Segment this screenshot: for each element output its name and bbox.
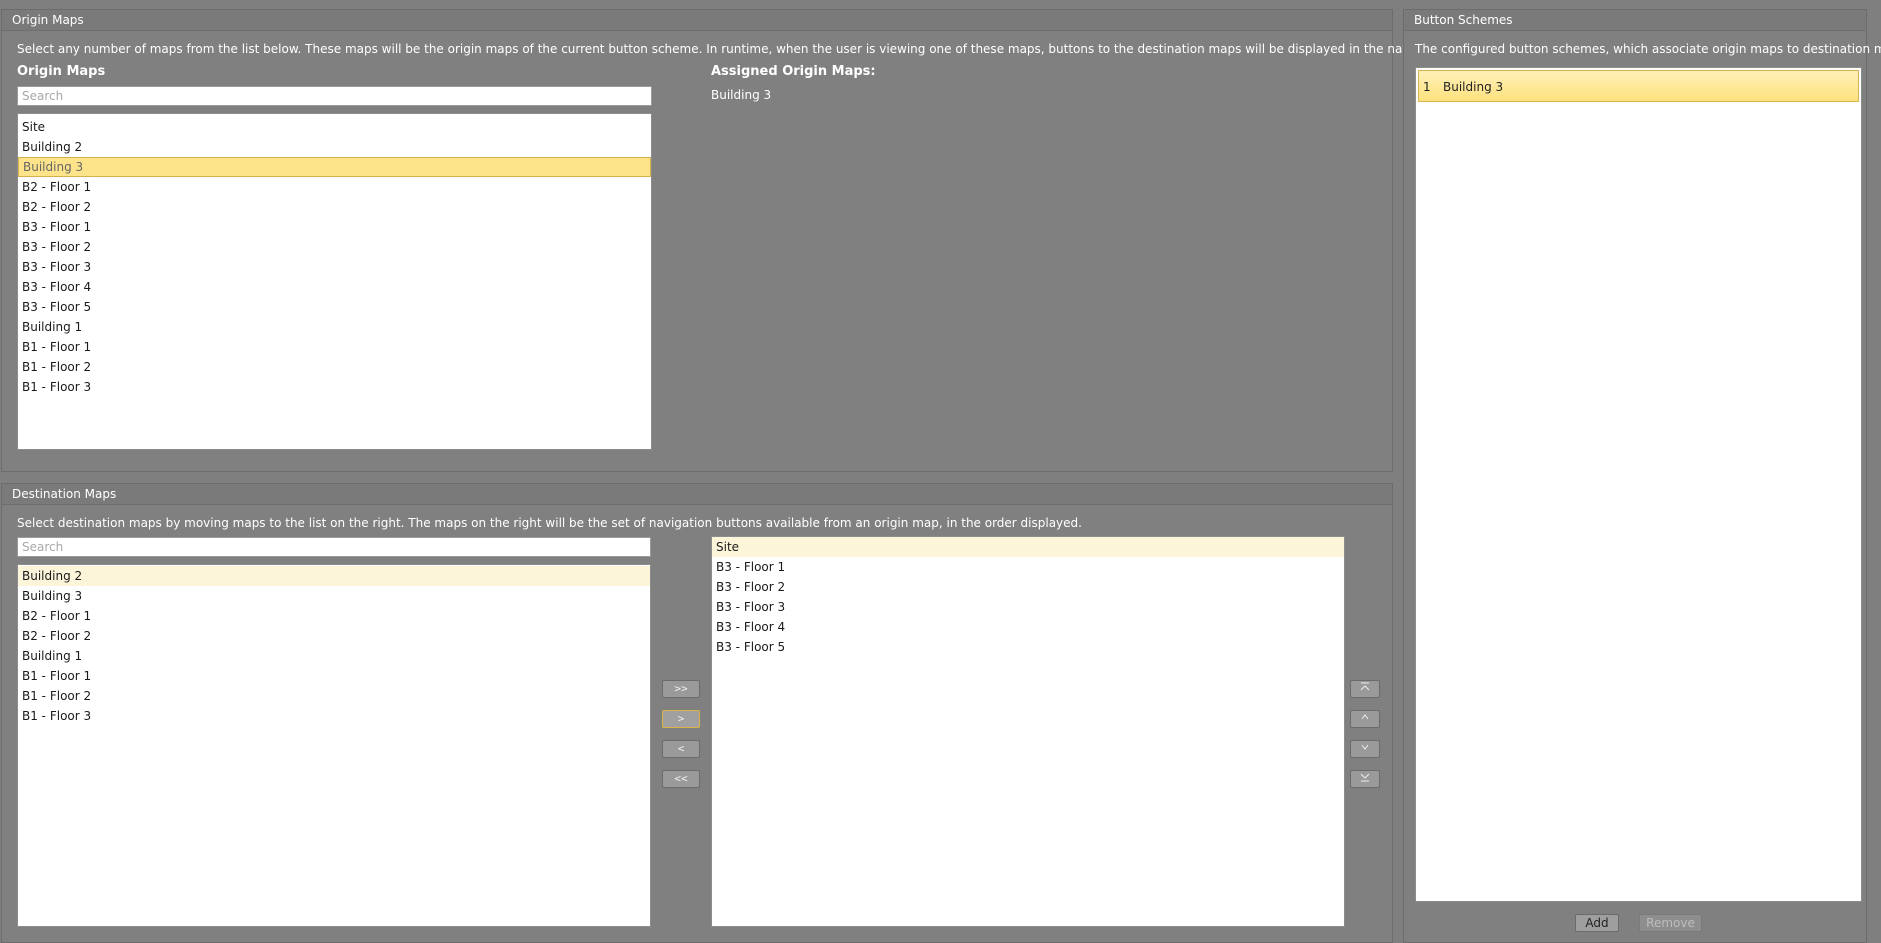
list-item[interactable]: B1 - Floor 3 [18,377,651,397]
assigned-origin-maps-label: Assigned Origin Maps: [711,64,876,79]
move-to-bottom-button[interactable] [1350,770,1380,788]
list-item[interactable]: B3 - Floor 4 [712,617,1344,637]
list-item[interactable]: B1 - Floor 1 [18,666,650,686]
list-item[interactable]: B3 - Floor 3 [712,597,1344,617]
list-item[interactable]: B2 - Floor 1 [18,177,651,197]
list-item[interactable]: B2 - Floor 2 [18,626,650,646]
available-destination-list[interactable]: Building 2 Building 3 B2 - Floor 1 B2 - Flo… [17,564,651,927]
move-down-icon [1351,741,1379,753]
move-to-bottom-icon [1351,771,1379,783]
origin-maps-list[interactable]: Site Building 2 Building 3 B2 - Floor 1 B2 -… [17,113,652,450]
list-item[interactable]: B2 - Floor 2 [18,197,651,217]
list-item[interactable]: Building 2 [18,566,650,586]
scheme-index: 1 [1423,80,1431,94]
list-item[interactable]: B3 - Floor 5 [712,637,1344,657]
list-item[interactable]: B1 - Floor 2 [18,686,650,706]
move-all-left-button[interactable]: << [662,770,700,788]
move-to-top-button[interactable] [1350,680,1380,698]
button-schemes-list[interactable]: 1 Building 3 [1415,67,1862,902]
list-item[interactable]: B3 - Floor 4 [18,277,651,297]
move-left-button[interactable]: < [662,740,700,758]
remove-scheme-button[interactable]: Remove [1639,914,1702,932]
list-item[interactable]: B3 - Floor 1 [18,217,651,237]
move-up-button[interactable] [1350,710,1380,728]
origin-maps-list-label: Origin Maps [17,64,106,79]
list-item[interactable]: Site [712,537,1344,557]
list-item[interactable]: B3 - Floor 1 [712,557,1344,577]
list-item[interactable]: B1 - Floor 2 [18,357,651,377]
destination-maps-description: Select destination maps by moving maps t… [17,516,1082,530]
list-item[interactable]: B3 - Floor 5 [18,297,651,317]
button-schemes-description: The configured button schemes, which ass… [1415,42,1881,56]
list-item[interactable]: B1 - Floor 3 [18,706,650,726]
destination-maps-header: Destination Maps [2,484,1392,505]
move-up-icon [1351,711,1379,723]
move-all-right-button[interactable]: >> [662,680,700,698]
list-item[interactable]: Building 3 [18,157,651,177]
add-scheme-button[interactable]: Add [1575,914,1619,932]
list-item[interactable]: Building 1 [18,317,651,337]
origin-maps-description: Select any number of maps from the list … [17,42,1486,56]
list-item[interactable]: B1 - Floor 1 [18,337,651,357]
destination-search-input[interactable] [17,537,651,557]
button-schemes-header: Button Schemes [1404,10,1866,31]
move-to-top-icon [1351,681,1379,693]
list-item[interactable]: B3 - Floor 2 [18,237,651,257]
list-item[interactable]: Site [18,117,651,137]
assigned-origin-maps-value: Building 3 [711,88,772,102]
list-item[interactable]: B2 - Floor 1 [18,606,650,626]
list-item[interactable]: Building 2 [18,137,651,157]
move-down-button[interactable] [1350,740,1380,758]
list-item[interactable]: B3 - Floor 2 [712,577,1344,597]
list-item[interactable]: Building 3 [18,586,650,606]
selected-destination-list[interactable]: Site B3 - Floor 1 B3 - Floor 2 B3 - Floor 3… [711,536,1345,927]
list-item[interactable]: Building 1 [18,646,650,666]
scheme-name: Building 3 [1443,80,1504,94]
scheme-item[interactable]: 1 Building 3 [1418,70,1859,102]
origin-search-input[interactable] [17,86,652,106]
move-right-button[interactable]: > [662,710,700,728]
list-item[interactable]: B3 - Floor 3 [18,257,651,277]
origin-maps-header: Origin Maps [2,10,1392,31]
